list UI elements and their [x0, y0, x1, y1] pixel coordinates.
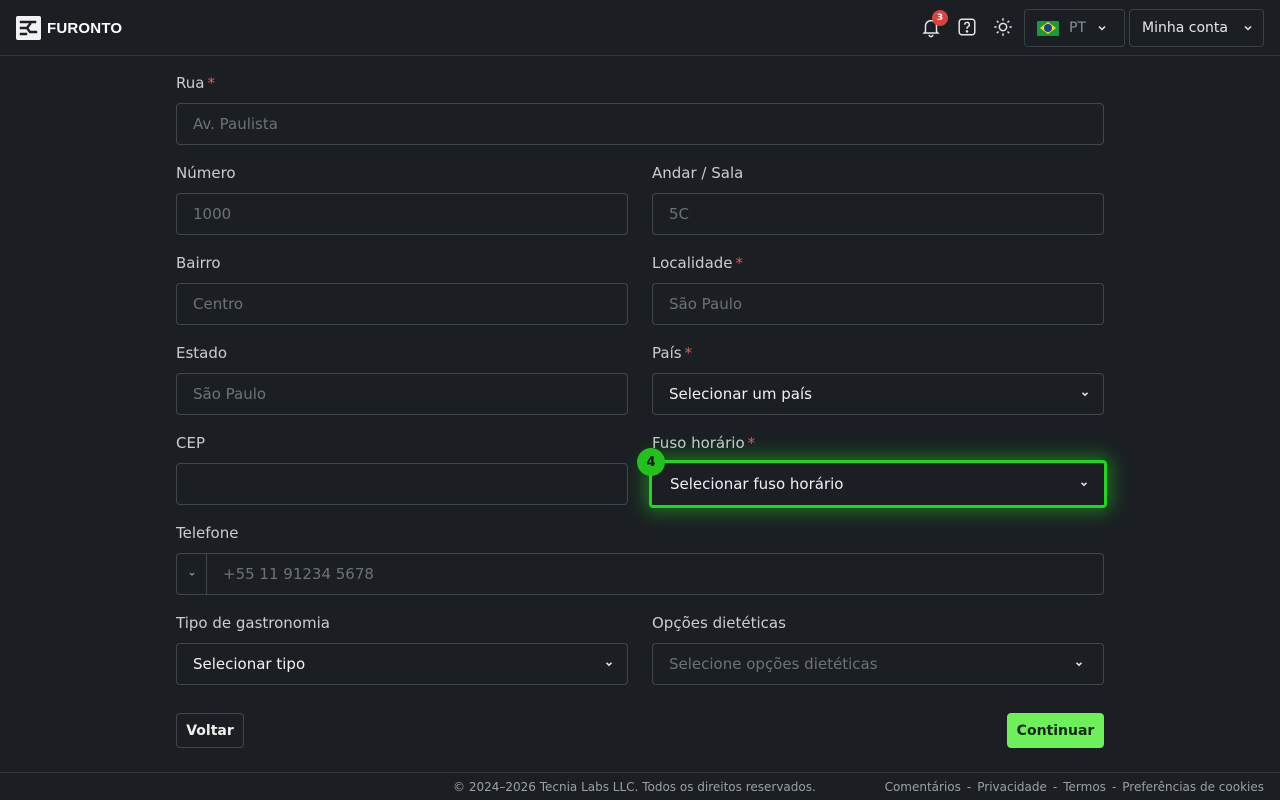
chevron-down-icon — [1244, 25, 1252, 31]
account-menu-button[interactable]: Minha conta — [1129, 9, 1264, 47]
timezone-label: Fuso horário * — [652, 434, 756, 452]
help-icon — [958, 18, 976, 36]
chevron-down-icon — [1098, 25, 1106, 31]
notifications-button[interactable]: 3 — [920, 10, 948, 40]
footer: © 2024–2026 Tecnia Labs LLC. Todos os di… — [0, 772, 1280, 800]
floor-input[interactable] — [652, 193, 1104, 235]
required-mark: * — [735, 254, 744, 272]
street-label: Rua * — [176, 74, 215, 92]
footer-link-feedback[interactable]: Comentários — [885, 780, 961, 794]
footer-link-terms[interactable]: Termos — [1063, 780, 1106, 794]
account-label: Minha conta — [1142, 20, 1228, 36]
number-label: Número — [176, 164, 236, 182]
timezone-select-value: Selecionar fuso horário — [670, 475, 844, 493]
state-label: Estado — [176, 344, 228, 362]
brazil-flag-icon — [1037, 20, 1059, 36]
footer-separator: - — [1111, 780, 1117, 794]
cuisine-select-value: Selecionar tipo — [193, 655, 306, 673]
phone-country-code-select[interactable] — [176, 553, 207, 595]
locality-label: Localidade * — [652, 254, 744, 272]
footer-link-privacy[interactable]: Privacidade — [977, 780, 1047, 794]
language-code: PT — [1069, 20, 1086, 36]
zip-label: CEP — [176, 434, 205, 452]
footer-link-cookie-preferences[interactable]: Preferências de cookies — [1122, 780, 1264, 794]
copyright-text: © 2024–2026 Tecnia Labs LLC. Todos os di… — [453, 780, 816, 794]
neighborhood-input[interactable] — [176, 283, 628, 325]
street-input[interactable] — [176, 103, 1104, 145]
floor-label: Andar / Sala — [652, 164, 744, 182]
country-label: País * — [652, 344, 693, 362]
back-button[interactable]: Voltar — [176, 713, 244, 748]
footer-separator: - — [1052, 780, 1058, 794]
number-input[interactable] — [176, 193, 628, 235]
chevron-down-icon — [605, 662, 613, 667]
dietary-label: Opções dietéticas — [652, 614, 786, 632]
step-marker-badge: 4 — [637, 448, 665, 476]
help-button[interactable] — [956, 16, 980, 40]
chevron-down-icon — [1080, 482, 1088, 487]
state-input[interactable] — [176, 373, 628, 415]
dietary-multiselect[interactable]: Selecione opções dietéticas — [652, 643, 1104, 685]
locality-input[interactable] — [652, 283, 1104, 325]
footer-links: Comentários - Privacidade - Termos - Pre… — [885, 780, 1264, 794]
footer-separator: - — [966, 780, 972, 794]
chevron-down-icon — [1075, 662, 1083, 667]
timezone-select[interactable]: Selecionar fuso horário — [649, 460, 1107, 508]
sun-icon — [994, 18, 1012, 36]
cuisine-select[interactable]: Selecionar tipo — [176, 643, 628, 685]
country-select-value: Selecionar um país — [669, 385, 812, 403]
phone-input[interactable] — [206, 553, 1104, 595]
required-mark: * — [684, 344, 693, 362]
zip-input[interactable] — [176, 463, 628, 505]
dietary-select-placeholder: Selecione opções dietéticas — [669, 655, 878, 673]
brand-logo[interactable]: FURONTO — [16, 16, 122, 40]
country-select[interactable]: Selecionar um país — [652, 373, 1104, 415]
logo-icon — [16, 16, 41, 40]
language-selector[interactable]: PT — [1024, 9, 1125, 47]
required-mark: * — [207, 74, 215, 92]
phone-label: Telefone — [176, 524, 239, 542]
notification-count-badge: 3 — [932, 10, 948, 26]
required-mark: * — [747, 434, 756, 452]
top-bar: FURONTO 3 PT Minha conta — [0, 0, 1280, 56]
brand-name: FURONTO — [47, 19, 123, 37]
chevron-down-icon — [1081, 392, 1089, 397]
continue-button[interactable]: Continuar — [1007, 713, 1104, 748]
cuisine-label: Tipo de gastronomia — [176, 614, 330, 632]
theme-toggle-button[interactable] — [992, 16, 1016, 40]
chevron-down-icon — [188, 572, 195, 576]
neighborhood-label: Bairro — [176, 254, 221, 272]
